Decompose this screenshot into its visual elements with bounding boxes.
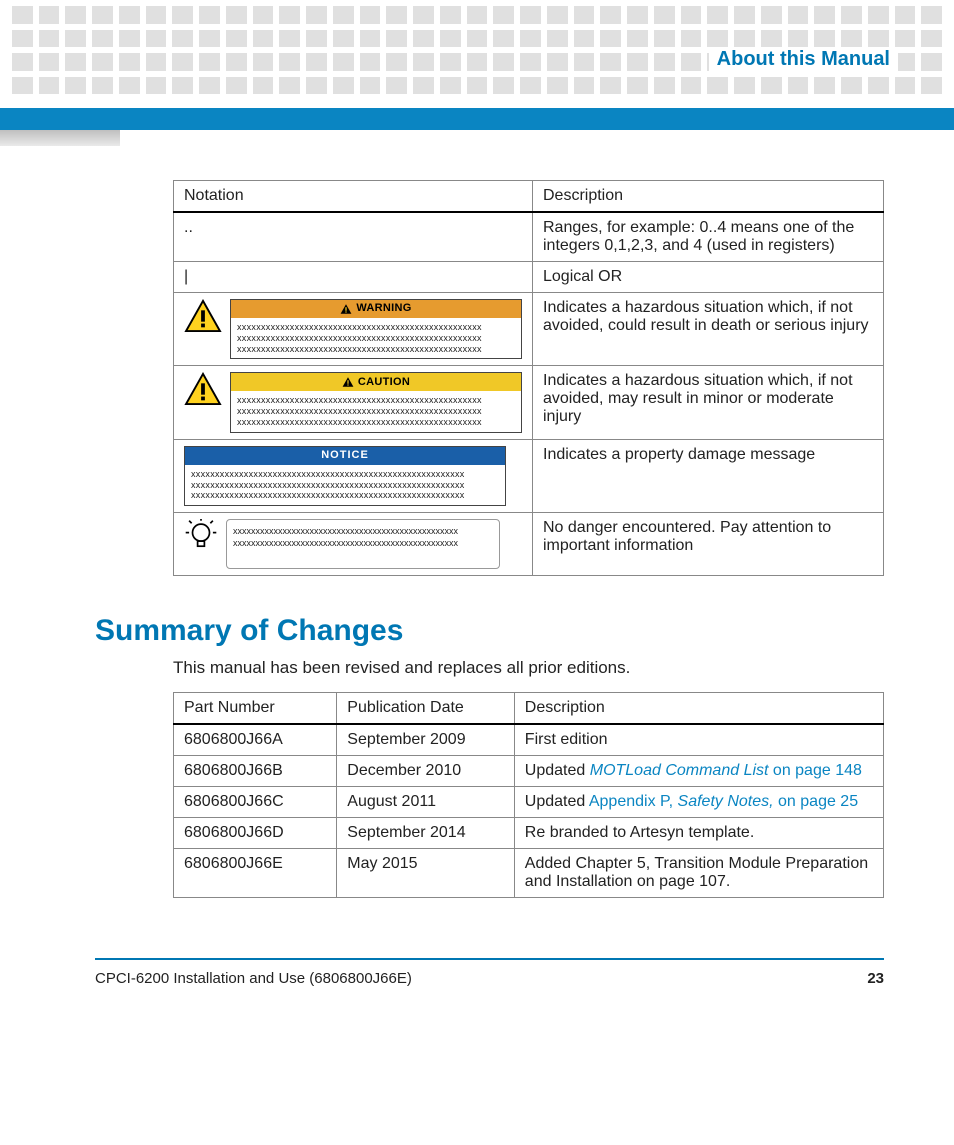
notation-notice-sample: NOTICE xxxxxxxxxxxxxxxxxxxxxxxxxxxxxxxxx… [174, 439, 533, 512]
intro-text: This manual has been revised and replace… [173, 658, 884, 678]
part-number: 6806800J66E [174, 848, 337, 897]
publication-date: September 2009 [337, 724, 515, 756]
footer-page-number: 23 [867, 970, 884, 987]
notation-description: Ranges, for example: 0..4 means one of t… [533, 212, 884, 262]
caution-placeholder-text: xxxxxxxxxxxxxxxxxxxxxxxxxxxxxxxxxxxxxxxx… [231, 391, 521, 431]
notice-placeholder-text: xxxxxxxxxxxxxxxxxxxxxxxxxxxxxxxxxxxxxxxx… [185, 465, 505, 505]
notation-description: Indicates a hazardous situation which, i… [533, 293, 884, 366]
publication-date: August 2011 [337, 786, 515, 817]
link-page-ref[interactable]: on page 25 [774, 793, 859, 810]
part-number: 6806800J66A [174, 724, 337, 756]
warning-placeholder-text: xxxxxxxxxxxxxxxxxxxxxxxxxxxxxxxxxxxxxxxx… [231, 318, 521, 358]
header-grey-wedge [0, 130, 120, 146]
table-row: CAUTION xxxxxxxxxxxxxxxxxxxxxxxxxxxxxxxx… [174, 366, 884, 439]
section-heading-summary-of-changes: Summary of Changes [95, 614, 884, 648]
change-description: Updated MOTLoad Command List on page 148 [514, 755, 883, 786]
notation-description: Logical OR [533, 262, 884, 293]
table-row: 6806800J66C August 2011 Updated Appendix… [174, 786, 884, 817]
notation-description: Indicates a hazardous situation which, i… [533, 366, 884, 439]
table-row: NOTICE xxxxxxxxxxxxxxxxxxxxxxxxxxxxxxxxx… [174, 439, 884, 512]
link-safety-notes[interactable]: Safety Notes, [678, 793, 774, 810]
change-description: Updated Appendix P, Safety Notes, on pag… [514, 786, 883, 817]
table-row: 6806800J66D September 2014 Re branded to… [174, 817, 884, 848]
lightbulb-icon [184, 519, 218, 553]
notice-bar-label: NOTICE [321, 449, 369, 462]
header-blue-bar [0, 108, 954, 130]
changes-header-part: Part Number [174, 692, 337, 724]
part-number: 6806800J66C [174, 786, 337, 817]
warning-triangle-small-icon [340, 303, 352, 315]
changes-header-date: Publication Date [337, 692, 515, 724]
notation-description: No danger encountered. Pay attention to … [533, 513, 884, 575]
table-row: .. Ranges, for example: 0..4 means one o… [174, 212, 884, 262]
warning-triangle-icon [184, 299, 222, 333]
table-row: 6806800J66A September 2009 First edition [174, 724, 884, 756]
table-row: 6806800J66B December 2010 Updated MOTLoa… [174, 755, 884, 786]
notation-info-sample: xxxxxxxxxxxxxxxxxxxxxxxxxxxxxxxxxxxxxxxx… [174, 513, 533, 575]
link-page-ref[interactable]: on page 148 [768, 762, 861, 779]
header-section-title: About this Manual [709, 48, 898, 71]
change-description: Added Chapter 5, Transition Module Prepa… [514, 848, 883, 897]
part-number: 6806800J66D [174, 817, 337, 848]
notation-symbol: | [174, 262, 533, 293]
publication-date: December 2010 [337, 755, 515, 786]
publication-date: May 2015 [337, 848, 515, 897]
notation-caution-sample: CAUTION xxxxxxxxxxxxxxxxxxxxxxxxxxxxxxxx… [174, 366, 533, 439]
table-row: 6806800J66E May 2015 Added Chapter 5, Tr… [174, 848, 884, 897]
notation-description: Indicates a property damage message [533, 439, 884, 512]
info-placeholder-text: xxxxxxxxxxxxxxxxxxxxxxxxxxxxxxxxxxxxxxxx… [226, 519, 500, 568]
changes-table: Part Number Publication Date Description… [173, 692, 884, 898]
changes-header-desc: Description [514, 692, 883, 724]
change-description: First edition [514, 724, 883, 756]
change-description: Re branded to Artesyn template. [514, 817, 883, 848]
caution-bar-label: CAUTION [358, 376, 410, 389]
notation-header-notation: Notation [174, 181, 533, 213]
publication-date: September 2014 [337, 817, 515, 848]
page-footer: CPCI-6200 Installation and Use (6806800J… [95, 958, 884, 987]
caution-triangle-small-icon [342, 376, 354, 388]
link-motload-command-list[interactable]: MOTLoad Command List [590, 762, 769, 779]
table-row: WARNING xxxxxxxxxxxxxxxxxxxxxxxxxxxxxxxx… [174, 293, 884, 366]
table-row: xxxxxxxxxxxxxxxxxxxxxxxxxxxxxxxxxxxxxxxx… [174, 513, 884, 575]
caution-triangle-icon [184, 372, 222, 406]
notation-header-description: Description [533, 181, 884, 213]
notation-symbol: .. [174, 212, 533, 262]
footer-doc-title: CPCI-6200 Installation and Use (6806800J… [95, 970, 412, 987]
table-row: | Logical OR [174, 262, 884, 293]
notation-table: Notation Description .. Ranges, for exam… [173, 180, 884, 576]
part-number: 6806800J66B [174, 755, 337, 786]
notation-warning-sample: WARNING xxxxxxxxxxxxxxxxxxxxxxxxxxxxxxxx… [174, 293, 533, 366]
warning-bar-label: WARNING [356, 302, 411, 315]
link-appendix-p[interactable]: Appendix P, [589, 793, 678, 810]
